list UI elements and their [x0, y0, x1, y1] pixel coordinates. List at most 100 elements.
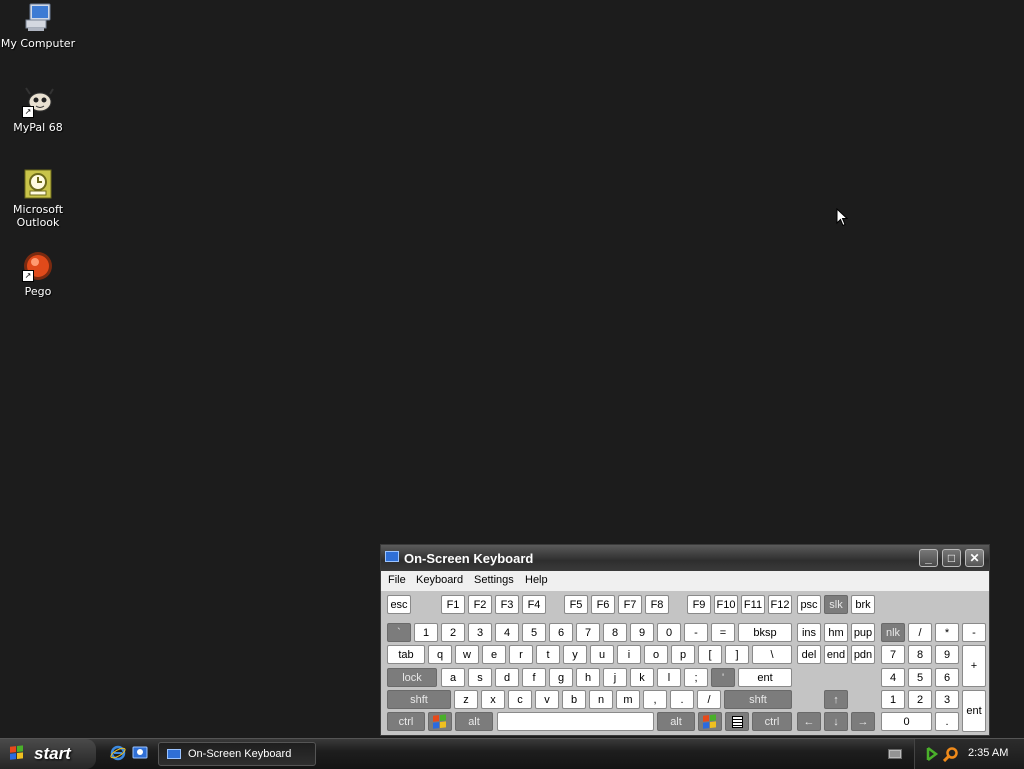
key-f7[interactable]: F7	[618, 595, 642, 614]
clock[interactable]: 2:35 AM	[968, 747, 1008, 759]
menu-keyboard[interactable]: Keyboard	[416, 574, 463, 586]
key-k[interactable]: k	[630, 668, 654, 687]
key-arrow-left[interactable]: ←	[797, 712, 821, 731]
key-left-ctrl[interactable]: ctrl	[387, 712, 425, 731]
key-5[interactable]: 5	[522, 623, 546, 642]
key-f9[interactable]: F9	[687, 595, 711, 614]
key-end[interactable]: end	[824, 645, 848, 664]
key-8[interactable]: 8	[603, 623, 627, 642]
key-caps-lock[interactable]: lock	[387, 668, 437, 687]
desktop-icon-pego[interactable]: ↗ Pego	[0, 250, 76, 298]
key-numpad-add[interactable]: +	[962, 645, 986, 687]
search-icon[interactable]	[943, 746, 959, 762]
key-right-bracket[interactable]: ]	[725, 645, 749, 664]
key-numpad-enter[interactable]: ent	[962, 690, 986, 732]
key-numpad-3[interactable]: 3	[935, 690, 959, 709]
key-x[interactable]: x	[481, 690, 505, 709]
key-h[interactable]: h	[576, 668, 600, 687]
key-arrow-up[interactable]: ↑	[824, 690, 848, 709]
key-apostrophe[interactable]: '	[711, 668, 735, 687]
desktop-icon-my-computer[interactable]: My Computer	[0, 2, 76, 50]
key-f11[interactable]: F11	[741, 595, 765, 614]
key-enter[interactable]: ent	[738, 668, 792, 687]
network-icon[interactable]	[925, 746, 939, 762]
key-s[interactable]: s	[468, 668, 492, 687]
key-backspace[interactable]: bksp	[738, 623, 792, 642]
key-insert[interactable]: ins	[797, 623, 821, 642]
key-numpad-decimal[interactable]: .	[935, 712, 959, 731]
key-right-alt[interactable]: alt	[657, 712, 695, 731]
key-numpad-0[interactable]: 0	[881, 712, 932, 731]
key-left-shift[interactable]: shft	[387, 690, 451, 709]
key-f10[interactable]: F10	[714, 595, 738, 614]
key-page-down[interactable]: pdn	[851, 645, 875, 664]
start-button[interactable]: start	[0, 739, 96, 769]
key-u[interactable]: u	[590, 645, 614, 664]
key-right-windows[interactable]	[698, 712, 722, 731]
menu-file[interactable]: File	[388, 574, 406, 586]
key-2[interactable]: 2	[441, 623, 465, 642]
desktop-icon-outlook[interactable]: Microsoft Outlook	[0, 168, 76, 229]
key-1[interactable]: 1	[414, 623, 438, 642]
key-g[interactable]: g	[549, 668, 573, 687]
key-scroll-lock[interactable]: slk	[824, 595, 848, 614]
show-desktop-icon[interactable]	[132, 745, 148, 761]
key-print-screen[interactable]: psc	[797, 595, 821, 614]
key-q[interactable]: q	[428, 645, 452, 664]
key-left-alt[interactable]: alt	[455, 712, 493, 731]
key-4[interactable]: 4	[495, 623, 519, 642]
key-numpad-5[interactable]: 5	[908, 668, 932, 687]
key-a[interactable]: a	[441, 668, 465, 687]
internet-explorer-icon[interactable]	[110, 745, 126, 761]
key-f[interactable]: f	[522, 668, 546, 687]
key-numpad-2[interactable]: 2	[908, 690, 932, 709]
key-page-up[interactable]: pup	[851, 623, 875, 642]
taskbar-item-on-screen-keyboard[interactable]: On-Screen Keyboard	[158, 742, 316, 766]
key-c[interactable]: c	[508, 690, 532, 709]
key-left-windows[interactable]	[428, 712, 452, 731]
key-7[interactable]: 7	[576, 623, 600, 642]
key-home[interactable]: hm	[824, 623, 848, 642]
menu-help[interactable]: Help	[525, 574, 548, 586]
key-equals[interactable]: =	[711, 623, 735, 642]
key-i[interactable]: i	[617, 645, 641, 664]
key-6[interactable]: 6	[549, 623, 573, 642]
key-o[interactable]: o	[644, 645, 668, 664]
key-n[interactable]: n	[589, 690, 613, 709]
key-f8[interactable]: F8	[645, 595, 669, 614]
key-numpad-6[interactable]: 6	[935, 668, 959, 687]
key-numpad-7[interactable]: 7	[881, 645, 905, 664]
key-numpad-9[interactable]: 9	[935, 645, 959, 664]
key-semicolon[interactable]: ;	[684, 668, 708, 687]
key-p[interactable]: p	[671, 645, 695, 664]
key-backslash[interactable]: \	[752, 645, 792, 664]
key-f6[interactable]: F6	[591, 595, 615, 614]
key-0[interactable]: 0	[657, 623, 681, 642]
key-d[interactable]: d	[495, 668, 519, 687]
minimize-button[interactable]: _	[919, 549, 938, 567]
key-backtick[interactable]: `	[387, 623, 411, 642]
key-delete[interactable]: del	[797, 645, 821, 664]
key-y[interactable]: y	[563, 645, 587, 664]
key-comma[interactable]: ,	[643, 690, 667, 709]
key-w[interactable]: w	[455, 645, 479, 664]
key-v[interactable]: v	[535, 690, 559, 709]
key-e[interactable]: e	[482, 645, 506, 664]
key-left-bracket[interactable]: [	[698, 645, 722, 664]
key-f3[interactable]: F3	[495, 595, 519, 614]
menu-settings[interactable]: Settings	[474, 574, 514, 586]
key-numpad-1[interactable]: 1	[881, 690, 905, 709]
key-f5[interactable]: F5	[564, 595, 588, 614]
key-z[interactable]: z	[454, 690, 478, 709]
key-m[interactable]: m	[616, 690, 640, 709]
key-r[interactable]: r	[509, 645, 533, 664]
key-period[interactable]: .	[670, 690, 694, 709]
key-arrow-right[interactable]: →	[851, 712, 875, 731]
key-esc[interactable]: esc	[387, 595, 411, 614]
key-numpad-subtract[interactable]: -	[962, 623, 986, 642]
key-context-menu[interactable]	[725, 712, 749, 731]
key-tab[interactable]: tab	[387, 645, 425, 664]
window-titlebar[interactable]: On-Screen Keyboard _ □ ✕	[381, 545, 989, 571]
key-space[interactable]	[497, 712, 654, 731]
key-numpad-4[interactable]: 4	[881, 668, 905, 687]
